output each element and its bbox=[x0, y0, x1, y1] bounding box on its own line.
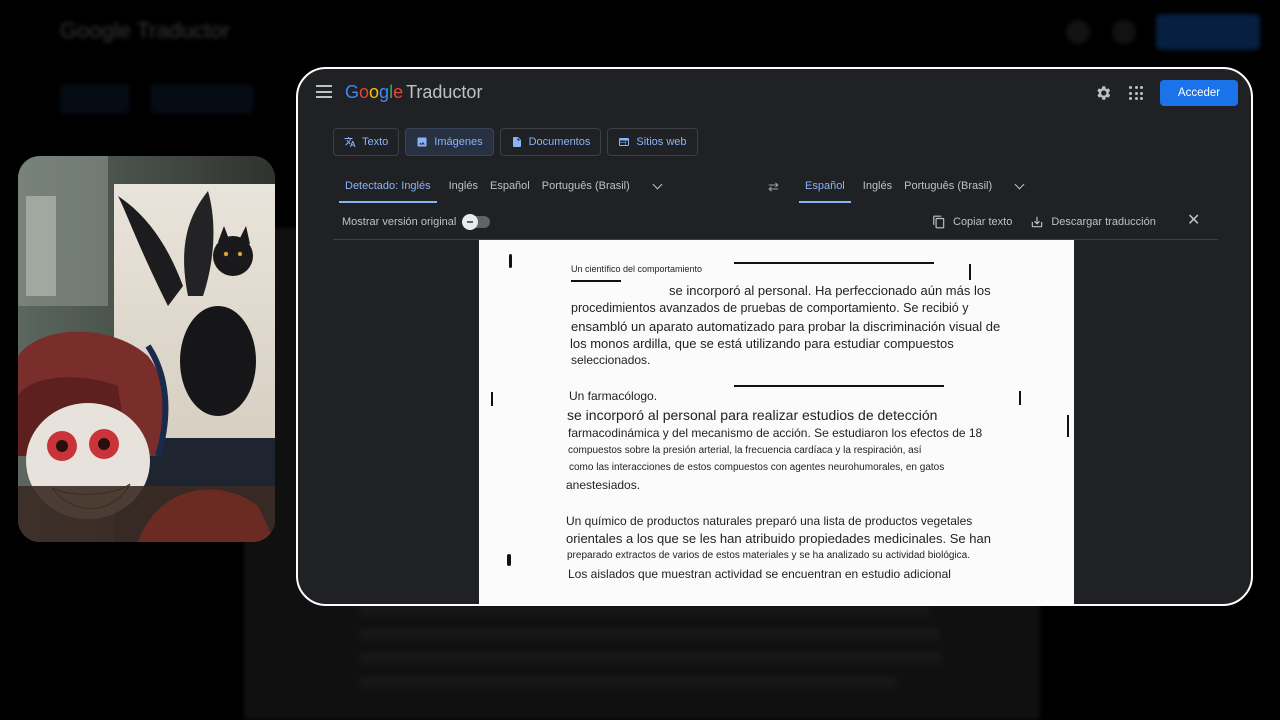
close-icon[interactable]: ✕ bbox=[1187, 213, 1200, 229]
scan-mark bbox=[1019, 391, 1021, 405]
doc-line: ensambló un aparato automatizado para pr… bbox=[571, 319, 1001, 334]
header: Google Traductor Acceder bbox=[298, 69, 1251, 117]
doc-line: Un químico de productos naturales prepar… bbox=[566, 514, 973, 528]
background-logo: Google Traductor bbox=[60, 18, 230, 43]
tab-text[interactable]: Texto bbox=[333, 128, 400, 156]
signin-button[interactable]: Acceder bbox=[1160, 80, 1238, 106]
source-lang-spanish[interactable]: Español bbox=[490, 174, 530, 201]
tab-websites[interactable]: Sitios web bbox=[607, 128, 698, 156]
scan-mark bbox=[969, 264, 971, 280]
tab-documents-label: Documentos bbox=[528, 136, 591, 148]
target-lang-english[interactable]: Inglés bbox=[863, 174, 892, 201]
target-lang-portuguese[interactable]: Português (Brasil) bbox=[904, 174, 992, 201]
scan-mark bbox=[1067, 415, 1069, 437]
doc-line: Un científico del comportamiento bbox=[571, 264, 703, 274]
doc-line: seleccionados. bbox=[571, 353, 651, 367]
show-original-toggle[interactable] bbox=[462, 214, 491, 230]
background-text-line bbox=[360, 676, 896, 688]
tab-text-label: Texto bbox=[362, 136, 389, 148]
tab-websites-label: Sitios web bbox=[636, 136, 687, 148]
tab-images-label: Imágenes bbox=[434, 136, 483, 148]
doc-line: compuestos sobre la presión arterial, la… bbox=[568, 445, 922, 456]
apps-grid-icon[interactable] bbox=[1129, 86, 1143, 100]
menu-icon[interactable] bbox=[316, 85, 332, 98]
scan-mark bbox=[571, 280, 621, 282]
target-language-bar: Español Inglés Português (Brasil) bbox=[799, 174, 1025, 204]
download-translation-button[interactable]: Descargar traducción bbox=[1030, 215, 1156, 229]
source-lang-chevron-down-icon[interactable] bbox=[652, 179, 663, 190]
scan-mark bbox=[734, 385, 944, 387]
copy-text-label: Copiar texto bbox=[953, 216, 1013, 228]
doc-line: Los aislados que muestran actividad se e… bbox=[568, 567, 951, 581]
background-tab bbox=[60, 84, 130, 114]
copy-icon bbox=[933, 215, 945, 229]
doc-line: orientales a los que se les han atribuid… bbox=[566, 531, 991, 546]
translated-document-image: Un científico del comportamiento se inco… bbox=[479, 240, 1074, 604]
tab-documents[interactable]: Documentos bbox=[499, 128, 602, 156]
gear-icon[interactable] bbox=[1094, 84, 1112, 102]
product-name: Traductor bbox=[406, 82, 483, 102]
doc-line: como las interacciones de estos compuest… bbox=[569, 462, 945, 473]
background-text-line bbox=[360, 652, 942, 664]
doc-line: anestesiados. bbox=[566, 478, 641, 492]
swap-languages-icon[interactable]: ⇄ bbox=[768, 179, 779, 195]
document-icon bbox=[512, 137, 521, 147]
image-icon bbox=[417, 137, 427, 147]
background-apps-icon bbox=[1112, 20, 1136, 44]
doc-line: procedimientos avanzados de pruebas de c… bbox=[571, 301, 969, 315]
background-gear-icon bbox=[1066, 20, 1090, 44]
result-actions: Copiar texto Descargar traducción bbox=[932, 212, 1156, 232]
doc-line: farmacodinámica y del mecanismo de acció… bbox=[568, 426, 983, 440]
translator-window: Google Traductor Acceder Texto Imágenes D… bbox=[296, 67, 1253, 606]
doc-line: Un farmacólogo. bbox=[569, 389, 658, 403]
background-signin-button bbox=[1156, 14, 1260, 50]
target-lang-chevron-down-icon[interactable] bbox=[1014, 179, 1025, 190]
copy-text-button[interactable]: Copiar texto bbox=[932, 215, 1012, 229]
google-translate-logo[interactable]: Google Traductor bbox=[345, 82, 482, 103]
doc-line: preparado extractos de varios de estos m… bbox=[567, 550, 971, 561]
target-lang-spanish[interactable]: Español bbox=[799, 174, 851, 203]
show-original-row: Mostrar versión original bbox=[342, 212, 491, 232]
download-icon bbox=[1032, 216, 1043, 228]
scan-mark bbox=[507, 554, 511, 566]
tab-images[interactable]: Imágenes bbox=[405, 128, 494, 156]
webcam-feed bbox=[18, 156, 275, 542]
mode-tabs: Texto Imágenes Documentos Sitios web bbox=[333, 128, 698, 156]
scan-mark bbox=[509, 254, 512, 268]
source-lang-portuguese[interactable]: Português (Brasil) bbox=[542, 174, 630, 201]
doc-line: los monos ardilla, que se está utilizand… bbox=[570, 336, 954, 351]
background-tab bbox=[150, 84, 254, 114]
show-original-label: Mostrar versión original bbox=[342, 216, 457, 228]
doc-line: se incorporó al personal. Ha perfecciona… bbox=[669, 283, 991, 298]
source-lang-english[interactable]: Inglés bbox=[449, 174, 478, 201]
doc-line: se incorporó al personal para realizar e… bbox=[567, 407, 938, 423]
web-icon bbox=[619, 138, 630, 146]
download-translation-label: Descargar traducción bbox=[1051, 216, 1156, 228]
source-lang-detected[interactable]: Detectado: Inglés bbox=[339, 174, 437, 203]
webcam-overlay bbox=[18, 156, 275, 542]
translate-icon bbox=[344, 137, 356, 147]
background-topbar: Google Traductor bbox=[0, 0, 1280, 64]
source-language-bar: Detectado: Inglés Inglés Español Portugu… bbox=[339, 174, 663, 204]
scan-mark bbox=[734, 262, 934, 264]
scan-mark bbox=[491, 392, 493, 406]
background-text-line bbox=[360, 628, 940, 640]
